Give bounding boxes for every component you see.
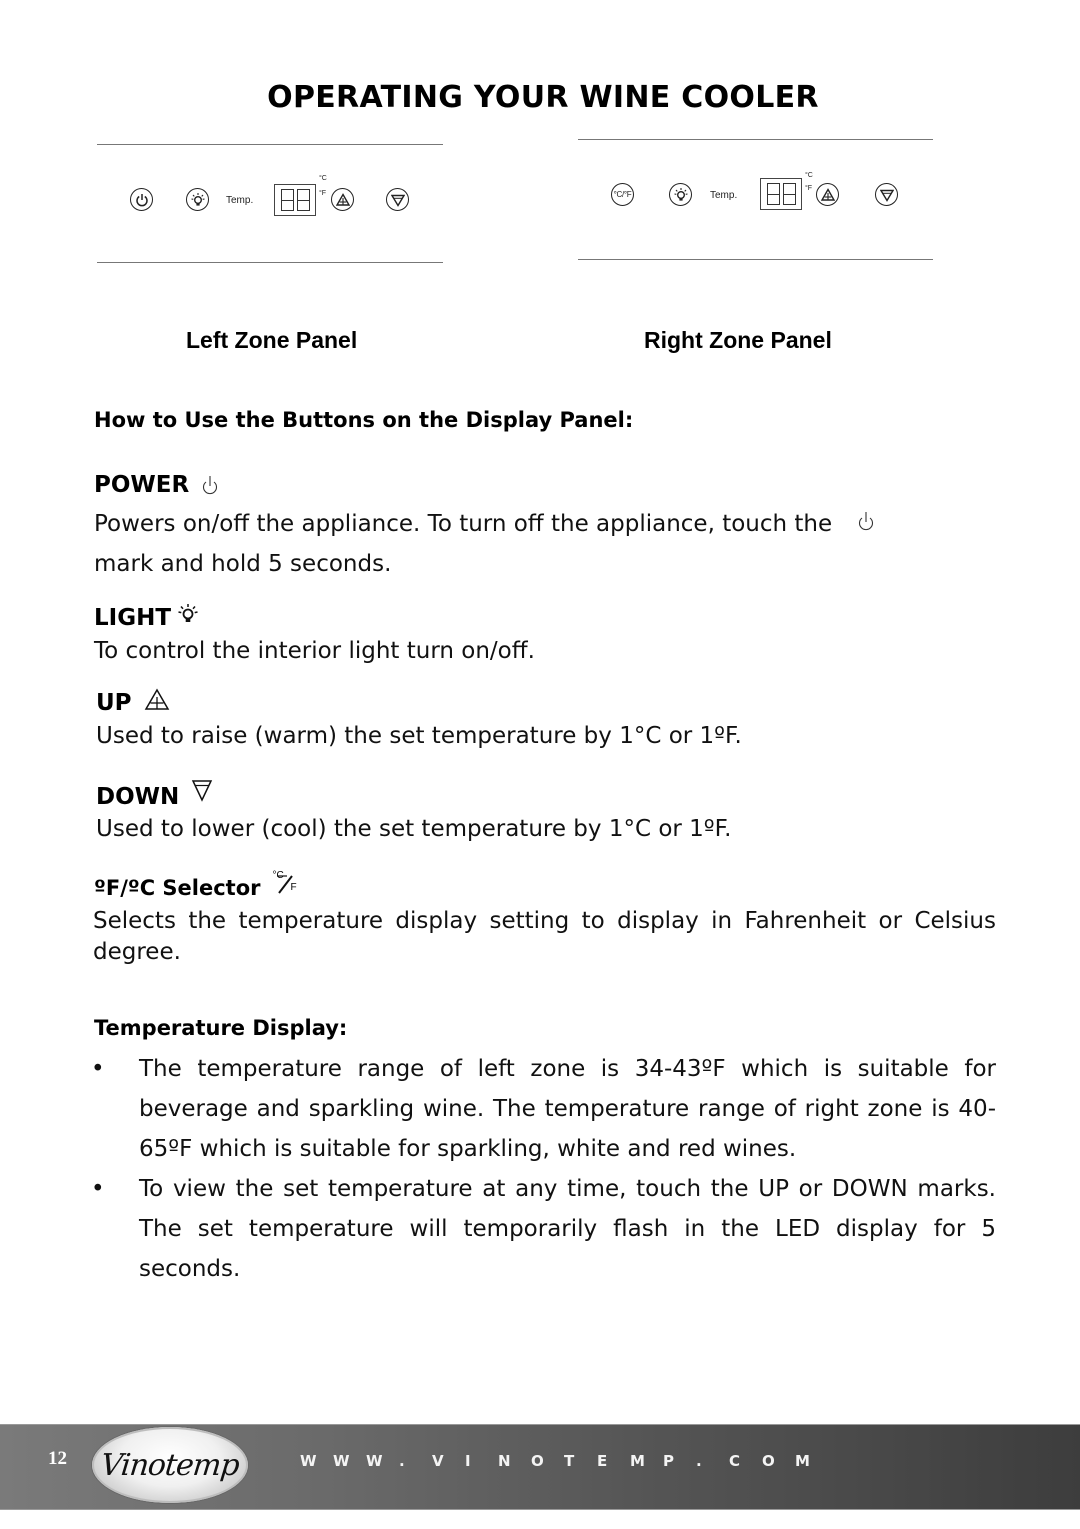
down-triangle-icon [192, 780, 213, 802]
down-heading: DOWN [96, 780, 213, 810]
power-text-line1: Powers on/off the appliance. To turn off… [94, 511, 833, 537]
down-triangle-icon [879, 189, 894, 202]
lcd-digit [280, 189, 294, 211]
url-letter: O [531, 1452, 544, 1470]
celsius-fahrenheit-icon: °C F [273, 870, 301, 896]
url-letter: W [333, 1452, 350, 1470]
url-letter: C [729, 1452, 741, 1470]
power-icon [859, 512, 874, 531]
url-letter: V [432, 1452, 444, 1470]
power-icon [135, 193, 148, 206]
down-title: DOWN [96, 784, 180, 810]
left-temperature-display [274, 184, 316, 216]
left-unit-c: °C [319, 175, 327, 182]
right-zone-panel: °C/°F Temp. °C °F [578, 139, 933, 261]
right-zone-panel-label: Right Zone Panel [644, 327, 832, 353]
page-number: 12 [48, 1448, 67, 1469]
url-letter: P [663, 1452, 674, 1470]
power-title: POWER [94, 472, 190, 498]
selector-description: Selects the temperature display setting … [93, 908, 996, 965]
panel-bottom-line [578, 259, 933, 260]
panel-top-line [97, 144, 443, 145]
url-letter: M [630, 1452, 645, 1470]
url-letter: E [597, 1452, 608, 1470]
list-item: • To view the set temperature at any tim… [91, 1169, 996, 1289]
lcd-digit [766, 183, 780, 205]
lcd-digit [296, 189, 310, 211]
right-unit-f: °F [805, 185, 813, 192]
light-description: To control the interior light turn on/of… [94, 638, 535, 664]
right-up-button[interactable] [816, 183, 839, 206]
url-letter: . [399, 1452, 405, 1470]
left-power-button[interactable] [130, 188, 153, 211]
up-heading: UP [96, 688, 170, 716]
left-light-button[interactable] [186, 188, 209, 211]
bullet-text: The temperature range of left zone is 34… [139, 1056, 996, 1162]
light-title: LIGHT [94, 605, 172, 631]
url-letter: I [465, 1452, 471, 1470]
down-triangle-icon [390, 194, 405, 207]
left-unit-f: °F [319, 190, 327, 197]
lightbulb-icon [178, 604, 198, 622]
url-letter: N [498, 1452, 511, 1470]
lightbulb-icon [673, 187, 688, 201]
panel-bottom-line [97, 262, 443, 263]
bullet-text: To view the set temperature at any time,… [139, 1176, 996, 1282]
left-zone-panel-label: Left Zone Panel [186, 327, 358, 353]
up-description: Used to raise (warm) the set temperature… [96, 723, 742, 749]
power-description: Powers on/off the appliance. To turn off… [94, 504, 1004, 584]
up-triangle-icon [820, 187, 835, 201]
website-url[interactable]: WWW.VINOTEMP.COM [300, 1452, 828, 1470]
right-celsius-fahrenheit-button[interactable]: °C/°F [611, 183, 634, 206]
url-letter: M [795, 1452, 810, 1470]
right-temperature-display [760, 178, 802, 210]
left-temp-label: Temp. [226, 195, 254, 206]
url-letter: T [564, 1452, 575, 1470]
up-title: UP [96, 690, 132, 716]
url-letter: . [696, 1452, 702, 1470]
list-item: • The temperature range of left zone is … [91, 1049, 996, 1169]
temperature-display-heading: Temperature Display: [94, 1016, 348, 1040]
bullet-dot: • [91, 1176, 105, 1202]
power-text-line2: mark and hold 5 seconds. [94, 551, 392, 577]
left-up-button[interactable] [331, 188, 354, 211]
buttons-heading: How to Use the Buttons on the Display Pa… [94, 408, 634, 432]
url-letter: W [366, 1452, 383, 1470]
up-triangle-icon [335, 192, 350, 206]
temperature-display-list: • The temperature range of left zone is … [91, 1049, 996, 1289]
url-letter: O [762, 1452, 775, 1470]
lightbulb-icon [190, 192, 205, 206]
celsius-fahrenheit-icon: °C/°F [613, 190, 632, 199]
icon-f-label: F [290, 882, 297, 893]
selector-heading: ºF/ºC Selector °C F [94, 870, 301, 900]
vinotemp-logo[interactable]: Vinotemp [92, 1427, 248, 1503]
right-light-button[interactable] [669, 183, 692, 206]
up-triangle-icon [144, 688, 169, 710]
selector-title: ºF/ºC Selector [94, 876, 261, 900]
left-down-button[interactable] [386, 188, 409, 211]
page-title: OPERATING YOUR WINE COOLER [267, 80, 819, 115]
right-temp-label: Temp. [710, 190, 738, 201]
down-description: Used to lower (cool) the set temperature… [96, 816, 732, 842]
right-unit-c: °C [805, 172, 813, 179]
bullet-dot: • [91, 1056, 105, 1082]
url-letter: W [300, 1452, 317, 1470]
right-down-button[interactable] [875, 183, 898, 206]
lcd-digit [782, 183, 796, 205]
panel-top-line [578, 139, 933, 140]
power-icon [203, 476, 218, 495]
power-heading: POWER [94, 472, 219, 498]
light-heading: LIGHT [94, 604, 199, 631]
left-zone-panel: Temp. °C °F [97, 144, 443, 264]
logo-text: Vinotemp [99, 1447, 241, 1483]
